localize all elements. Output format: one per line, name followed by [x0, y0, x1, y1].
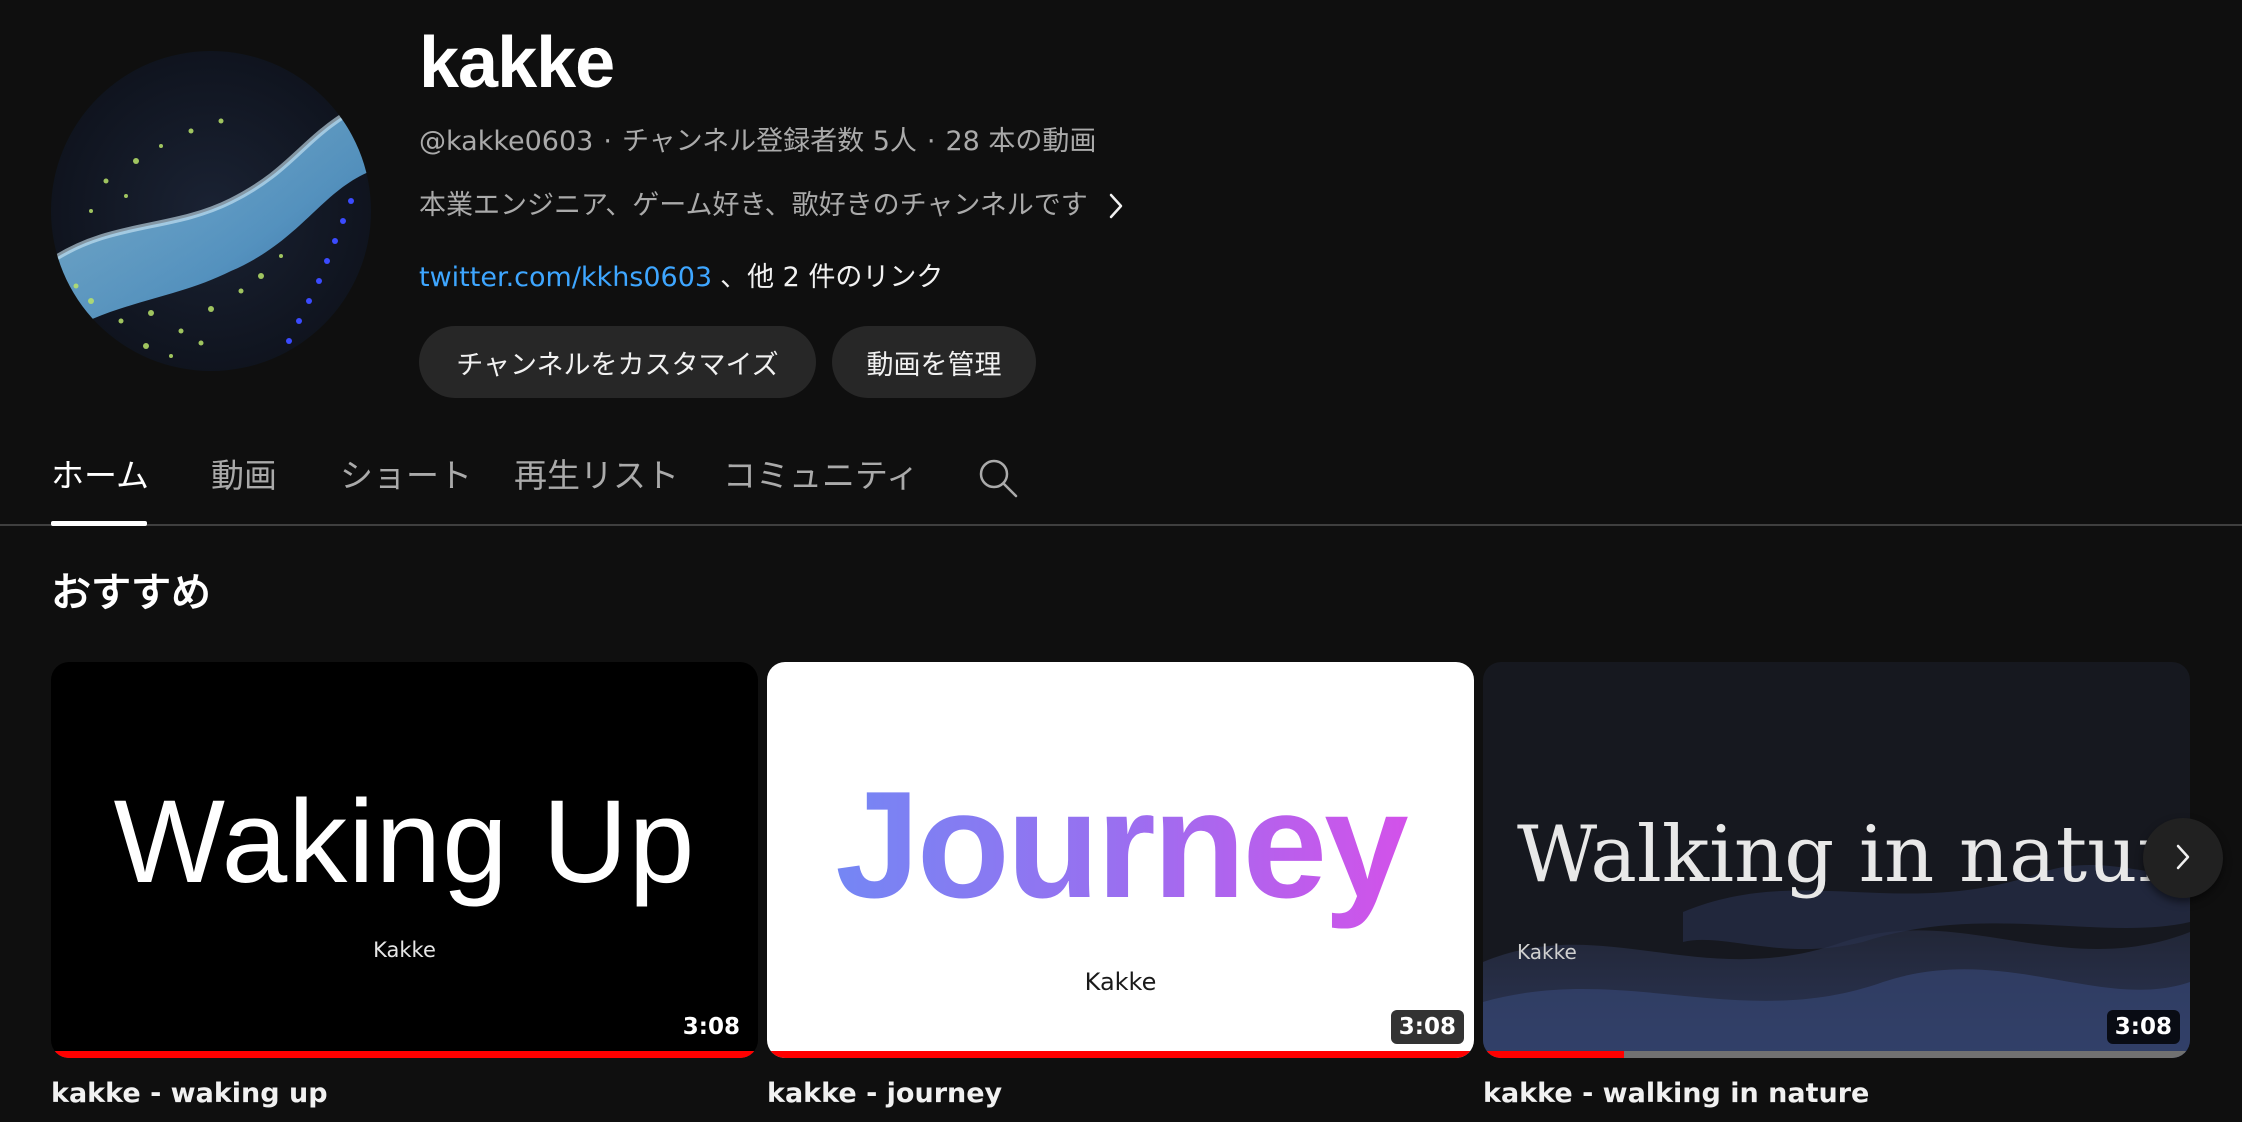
twitter-link[interactable]: twitter.com/kkhs0603	[419, 258, 712, 298]
video-card[interactable]: Waking Up Kakke 3:08 kakke - waking up	[51, 662, 758, 1114]
chevron-right-icon	[2173, 842, 2193, 875]
thumbnail-title: Waking Up	[113, 776, 696, 908]
tab-shorts[interactable]: ショート	[340, 454, 472, 526]
tab-videos[interactable]: 動画	[211, 454, 277, 526]
channel-meta: @kakke0603 · チャンネル登録者数 5人 · 28 本の動画	[419, 122, 1096, 162]
video-count: 28 本の動画	[945, 126, 1097, 157]
description-text: 本業エンジニア、ゲーム好き、歌好きのチャンネルです	[419, 190, 1088, 221]
duration-badge: 3:08	[1390, 1010, 1464, 1044]
manage-videos-button[interactable]: 動画を管理	[832, 326, 1036, 398]
carousel-next-button[interactable]	[2143, 818, 2223, 898]
search-icon[interactable]	[976, 456, 1020, 500]
video-thumbnail[interactable]: Walking in nature Kakke 3:08	[1483, 662, 2190, 1058]
video-card[interactable]: Walking in nature Kakke 3:08 kakke - wal…	[1483, 662, 2190, 1114]
meta-separator: ·	[926, 126, 936, 157]
duration-badge: 3:08	[2106, 1010, 2180, 1044]
video-title[interactable]: kakke - walking in nature	[1483, 1074, 2190, 1114]
thumbnail-title: Walking in nature	[1517, 810, 2190, 900]
watch-progress	[767, 1051, 1474, 1058]
meta-separator: ·	[603, 126, 612, 157]
section-title: おすすめ	[51, 570, 211, 616]
channel-page: kakke @kakke0603 · チャンネル登録者数 5人 · 28 本の動…	[0, 0, 2242, 1122]
video-card[interactable]: Journey Kakke 3:08 kakke - journey	[767, 662, 1474, 1114]
video-title[interactable]: kakke - journey	[767, 1074, 1474, 1114]
video-title[interactable]: kakke - waking up	[51, 1074, 758, 1114]
chevron-right-icon	[1108, 190, 1132, 222]
subscriber-count: チャンネル登録者数 5人	[621, 126, 917, 157]
thumbnail-title: Journey	[767, 758, 1474, 933]
customize-channel-button[interactable]: チャンネルをカスタマイズ	[419, 326, 816, 398]
channel-tabs: ホーム 動画 ショート 再生リスト コミュニティ	[0, 440, 2242, 526]
tab-playlists[interactable]: 再生リスト	[514, 454, 679, 526]
watch-progress-fill	[1483, 1051, 1625, 1058]
channel-name: kakke	[419, 23, 615, 103]
channel-handle: @kakke0603	[419, 126, 594, 157]
watch-progress	[1483, 1051, 2190, 1058]
watch-progress-fill	[51, 1051, 758, 1058]
thumbnail-artist: Kakke	[373, 938, 436, 962]
channel-links: twitter.com/kkhs0603 、他 2 件のリンク	[419, 258, 943, 298]
duration-badge: 3:08	[674, 1010, 748, 1044]
watch-progress	[51, 1051, 758, 1058]
video-thumbnail[interactable]: Waking Up Kakke 3:08	[51, 662, 758, 1058]
avatar-image	[51, 51, 371, 371]
channel-avatar[interactable]	[51, 51, 371, 371]
video-thumbnail[interactable]: Journey Kakke 3:08	[767, 662, 1474, 1058]
tab-community[interactable]: コミュニティ	[723, 454, 919, 526]
more-links[interactable]: 、他 2 件のリンク	[720, 258, 943, 298]
channel-description[interactable]: 本業エンジニア、ゲーム好き、歌好きのチャンネルです	[419, 186, 1132, 226]
thumbnail-artist: Kakke	[1084, 968, 1157, 996]
thumbnail-artist: Kakke	[1517, 940, 1577, 964]
tab-home[interactable]: ホーム	[51, 454, 149, 526]
watch-progress-fill	[767, 1051, 1474, 1058]
